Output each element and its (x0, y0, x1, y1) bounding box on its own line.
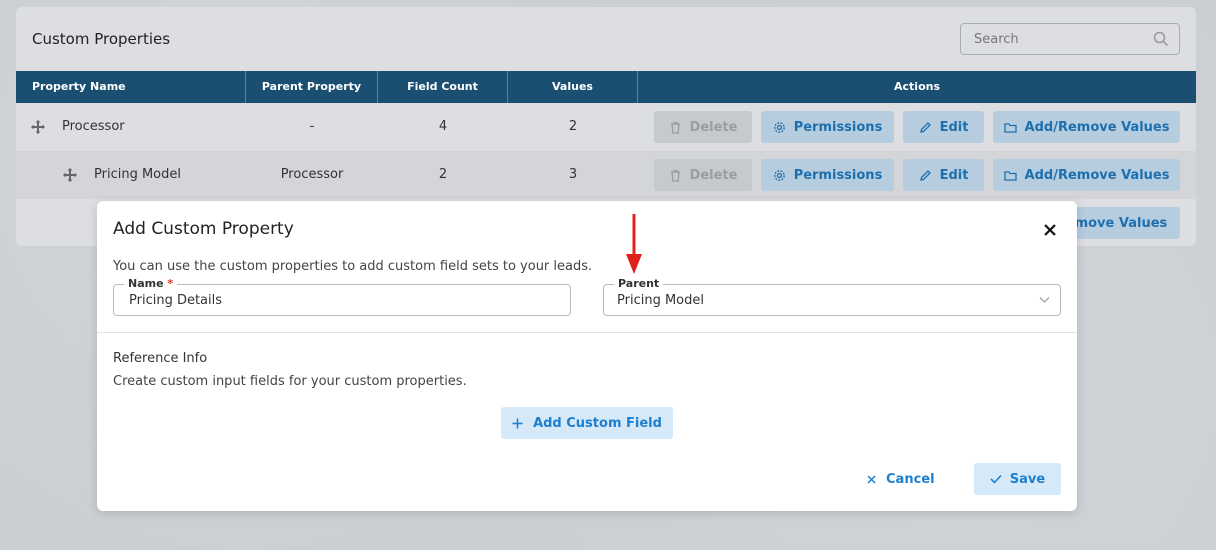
trash-icon (670, 121, 680, 134)
field-count: 2 (438, 167, 448, 182)
property-name: Pricing Model (94, 167, 181, 182)
column-header-parent-property[interactable]: Parent Property (246, 71, 378, 103)
pencil-icon (919, 169, 931, 181)
parent-property: Processor (280, 167, 344, 182)
annotation-arrow-icon (626, 214, 642, 274)
save-button[interactable]: Save (974, 463, 1061, 495)
trash-icon (670, 169, 680, 182)
edit-label: Edit (939, 119, 969, 135)
search-icon[interactable] (1153, 31, 1169, 47)
reference-info-title: Reference Info (113, 351, 208, 366)
cancel-label: Cancel (886, 471, 935, 487)
values-count: 2 (568, 119, 578, 134)
delete-button[interactable]: Delete (654, 159, 752, 191)
add-custom-property-modal: Add Custom Property You can use the cust… (97, 201, 1077, 511)
search-box[interactable] (960, 23, 1180, 55)
modal-description: You can use the custom properties to add… (113, 259, 593, 274)
save-label: Save (1009, 471, 1046, 487)
panel-header: Custom Properties (16, 7, 1196, 71)
reference-info-description: Create custom input fields for your cust… (113, 374, 467, 389)
folder-icon (1003, 170, 1017, 181)
edit-button[interactable]: Edit (903, 159, 984, 191)
add-remove-values-button[interactable]: Add/Remove Values (993, 111, 1180, 143)
permissions-label: Permissions (793, 119, 883, 135)
check-icon (990, 474, 1002, 484)
folder-icon (1003, 122, 1017, 133)
add-custom-field-button[interactable]: Add Custom Field (501, 407, 673, 439)
gear-icon (773, 169, 785, 181)
table-row: Pricing Model Processor 2 3 Delete Permi… (16, 151, 1196, 199)
panel-title: Custom Properties (32, 30, 171, 48)
drag-handle-icon[interactable] (30, 119, 46, 135)
add-custom-field-label: Add Custom Field (533, 415, 662, 431)
cancel-button[interactable]: Cancel (867, 463, 947, 495)
name-field[interactable]: Name * (113, 277, 571, 316)
parent-select[interactable]: Parent Pricing Model (603, 277, 1061, 316)
plus-icon (512, 418, 523, 428)
gear-icon (773, 121, 785, 133)
delete-label: Delete (689, 119, 738, 135)
delete-button[interactable]: Delete (654, 111, 752, 143)
field-count: 4 (438, 119, 448, 134)
table-row: Processor - 4 2 Delete Permissions Edit … (16, 103, 1196, 151)
edit-label: Edit (939, 167, 969, 183)
divider (97, 332, 1077, 333)
add-remove-label: emove Values (1065, 215, 1168, 231)
pencil-icon (919, 121, 931, 133)
add-remove-label: Add/Remove Values (1024, 167, 1170, 183)
parent-label: Parent (614, 277, 664, 290)
drag-handle-icon[interactable] (62, 167, 78, 183)
add-remove-label: Add/Remove Values (1024, 119, 1170, 135)
parent-selected-value: Pricing Model (617, 293, 704, 308)
close-icon (867, 474, 876, 484)
name-input[interactable] (114, 285, 570, 315)
add-remove-values-button[interactable]: Add/Remove Values (993, 159, 1180, 191)
table-header: Property Name Parent Property Field Coun… (16, 71, 1196, 103)
modal-title: Add Custom Property (113, 219, 294, 239)
parent-property: - (309, 119, 315, 134)
search-input[interactable] (961, 24, 1151, 54)
column-header-values[interactable]: Values (508, 71, 638, 103)
column-header-property-name[interactable]: Property Name (16, 71, 246, 103)
close-icon[interactable] (1043, 223, 1057, 237)
chevron-down-icon[interactable] (1039, 296, 1050, 304)
edit-button[interactable]: Edit (903, 111, 984, 143)
column-header-field-count[interactable]: Field Count (378, 71, 508, 103)
permissions-button[interactable]: Permissions (761, 111, 894, 143)
column-header-actions: Actions (894, 80, 940, 93)
property-name: Processor (62, 119, 125, 134)
delete-label: Delete (689, 167, 738, 183)
values-count: 3 (568, 167, 578, 182)
permissions-button[interactable]: Permissions (761, 159, 894, 191)
permissions-label: Permissions (793, 167, 883, 183)
